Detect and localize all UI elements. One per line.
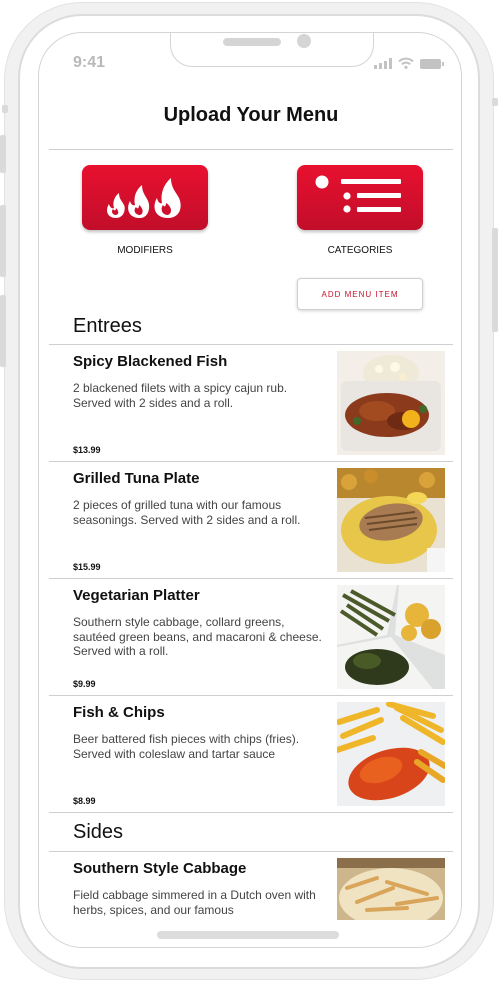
flame-icon bbox=[107, 177, 181, 218]
section-title-entrees: Entrees bbox=[73, 315, 142, 337]
status-icons bbox=[374, 57, 444, 69]
item-name: Spicy Blackened Fish bbox=[73, 353, 228, 370]
item-price: $13.99 bbox=[73, 445, 101, 455]
phone-volume-down bbox=[0, 295, 6, 367]
item-description: 2 pieces of grilled tuna with our famous… bbox=[73, 498, 301, 527]
item-description: Beer battered fish pieces with chips (fr… bbox=[73, 732, 300, 761]
item-description: 2 blackened filets with a spicy cajun ru… bbox=[73, 381, 288, 410]
phone-side-button bbox=[2, 105, 8, 113]
phone-screen: 9:41 Upload Your Menu MODIFIERS CATEGORI… bbox=[38, 32, 462, 948]
section-title-sides: Sides bbox=[73, 821, 124, 843]
item-name: Southern Style Cabbage bbox=[73, 860, 247, 877]
menu-item[interactable]: Vegetarian Platter Southern style cabbag… bbox=[49, 579, 453, 696]
add-menu-item-button[interactable]: ADD MENU ITEM bbox=[297, 278, 423, 310]
item-description: Field cabbage simmered in a Dutch oven w… bbox=[73, 888, 316, 917]
notch bbox=[170, 33, 374, 67]
item-price: $15.99 bbox=[73, 562, 101, 572]
item-name: Fish & Chips bbox=[73, 704, 165, 721]
wifi-icon bbox=[398, 57, 414, 69]
page-title: Upload Your Menu bbox=[163, 104, 339, 126]
item-price: $9.99 bbox=[73, 679, 96, 689]
speaker-grille bbox=[223, 38, 281, 46]
signal-icon bbox=[374, 58, 392, 69]
modifiers-button[interactable] bbox=[82, 165, 208, 230]
item-photo-cabbage bbox=[337, 858, 445, 920]
categories-label: CATEGORIES bbox=[327, 245, 393, 256]
camera-icon bbox=[297, 34, 311, 48]
item-description: Southern style cabbage, collard greens, … bbox=[73, 615, 322, 658]
battery-icon bbox=[420, 59, 444, 69]
item-photo-blackened-fish bbox=[337, 351, 445, 455]
header-divider bbox=[49, 149, 453, 150]
modifiers-label: MODIFIERS bbox=[117, 245, 173, 256]
phone-power-button bbox=[492, 98, 498, 106]
menu-item[interactable]: Fish & Chips Beer battered fish pieces w… bbox=[49, 696, 453, 813]
phone-power-button-long bbox=[492, 228, 498, 332]
item-photo-fish-and-chips bbox=[337, 702, 445, 806]
status-time: 9:41 bbox=[73, 54, 106, 71]
item-photo-vegetarian-platter bbox=[337, 585, 445, 689]
phone-mute-switch bbox=[0, 135, 6, 173]
home-indicator bbox=[157, 931, 339, 939]
item-photo-grilled-tuna bbox=[337, 468, 445, 572]
item-name: Grilled Tuna Plate bbox=[73, 470, 200, 487]
item-price: $8.99 bbox=[73, 796, 96, 806]
menu-item[interactable]: Spicy Blackened Fish 2 blackened filets … bbox=[49, 345, 453, 462]
item-name: Vegetarian Platter bbox=[73, 587, 200, 604]
categories-button[interactable] bbox=[297, 165, 423, 230]
phone-volume-up bbox=[0, 205, 6, 277]
menu-item[interactable]: Grilled Tuna Plate 2 pieces of grilled t… bbox=[49, 462, 453, 579]
list-icon bbox=[315, 175, 401, 213]
